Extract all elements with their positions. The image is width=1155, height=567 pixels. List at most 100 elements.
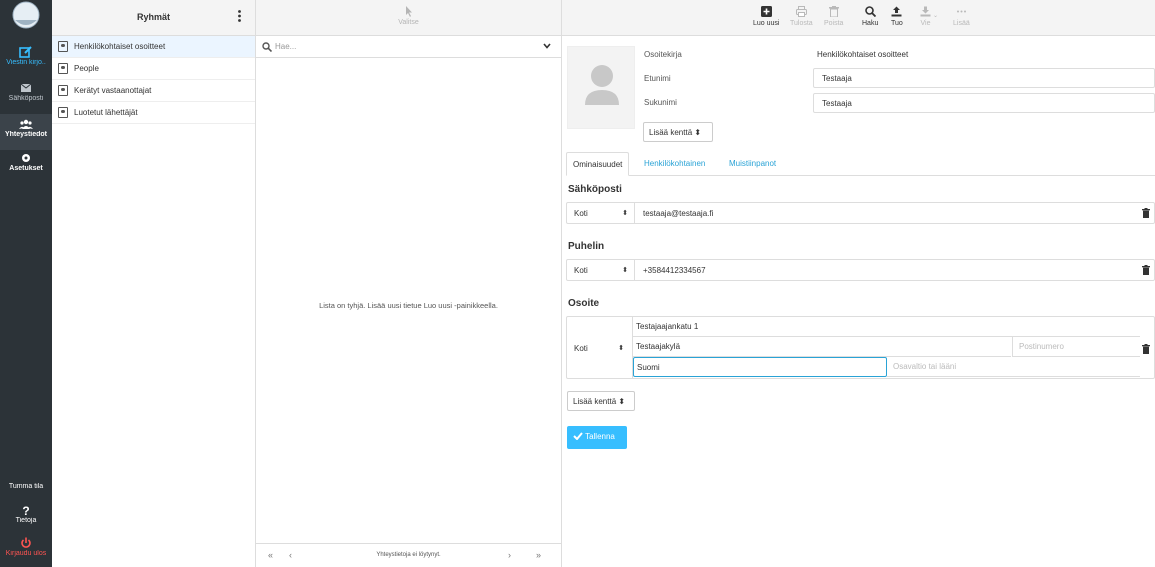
- firstname-label: Etunimi: [644, 74, 671, 83]
- search-button[interactable]: Haku: [862, 6, 878, 27]
- nav-logout[interactable]: Kirjaudu ulos: [0, 533, 52, 567]
- create-label: Luo uusi: [753, 20, 780, 27]
- group-item-trusted[interactable]: Luotetut lähettäjät: [52, 102, 255, 124]
- city-field[interactable]: Testaajakylä: [633, 337, 1011, 357]
- tab-personal[interactable]: Henkilökohtainen: [638, 152, 711, 176]
- save-label: Tallenna: [585, 432, 615, 441]
- nav-contacts-label: Yhteystiedot: [4, 131, 47, 138]
- create-button[interactable]: Luo uusi: [753, 6, 779, 27]
- kebab-menu-icon[interactable]: [238, 10, 241, 22]
- groups-title: Ryhmät: [136, 12, 170, 22]
- firstname-field[interactable]: Testaaja: [813, 68, 1155, 88]
- export-dropdown-icon[interactable]: ⌄: [933, 12, 938, 19]
- nav-about-label: Tietoja: [15, 517, 37, 524]
- nav-about[interactable]: ? Tietoja: [0, 500, 52, 536]
- phone-section-title: Puhelin: [568, 241, 605, 252]
- select-arrow-icon: ⬍: [618, 345, 624, 352]
- search-icon: [864, 6, 876, 17]
- address-type-value: Koti: [574, 344, 588, 353]
- nav-contacts[interactable]: Yhteystiedot: [0, 114, 52, 150]
- add-field-bottom-button[interactable]: Lisää kenttä ⬍: [567, 391, 635, 411]
- delete-phone-icon[interactable]: [1142, 265, 1150, 275]
- group-item-collected[interactable]: Kerätyt vastaanottajat: [52, 80, 255, 102]
- avatar-placeholder-icon: [585, 65, 619, 105]
- phone-type-value: Koti: [574, 266, 588, 275]
- delete-address-icon[interactable]: [1142, 344, 1150, 354]
- pagination: « ‹ Yhteystietoja ei löytynyt. › »: [256, 543, 561, 567]
- phone-type-select[interactable]: Koti ⬍: [567, 260, 635, 280]
- import-button[interactable]: Tuo: [891, 6, 903, 27]
- group-item-people[interactable]: People: [52, 58, 255, 80]
- search-placeholder: Hae...: [275, 42, 297, 51]
- tab-properties[interactable]: Ominaisuudet: [566, 152, 630, 176]
- nav-dark-mode[interactable]: Tumma tila: [0, 466, 52, 502]
- upload-icon: [891, 6, 902, 17]
- addressbook-label: Osoitekirja: [644, 50, 682, 59]
- contact-list-panel: Hae... Lista on tyhjä. Lisää uusi tietue…: [256, 36, 562, 567]
- group-label: Kerätyt vastaanottajat: [74, 86, 152, 95]
- compose-icon: [19, 46, 32, 58]
- save-button[interactable]: Tallenna: [567, 426, 627, 449]
- contact-editor: Osoitekirja Henkilökohtaiset osoitteet E…: [562, 36, 1155, 567]
- select-arrow-icon: ⬍: [622, 210, 628, 217]
- more-dots-icon: [956, 10, 966, 13]
- last-page-button[interactable]: »: [536, 550, 541, 560]
- import-label: Tuo: [891, 20, 903, 27]
- nav-dark-mode-label: Tumma tila: [8, 483, 44, 490]
- postcode-field[interactable]: Postinumero: [1012, 337, 1140, 357]
- addressbook-value: Henkilökohtaiset osoitteet: [817, 50, 909, 59]
- address-block: Koti ⬍ Testajaajankatu 1 Testaajakylä Po…: [566, 316, 1155, 379]
- chevron-down-icon[interactable]: [543, 43, 551, 49]
- addressbook-icon: [58, 107, 68, 118]
- surname-field[interactable]: Testaaja: [813, 93, 1155, 113]
- email-field[interactable]: testaaja@testaaja.fi: [643, 209, 713, 218]
- add-field-button[interactable]: Lisää kenttä ⬍: [643, 122, 713, 142]
- more-button[interactable]: Lisää: [953, 6, 970, 27]
- phone-row: Koti ⬍ +3584412334567: [566, 259, 1155, 281]
- checkmark-icon: [573, 432, 583, 441]
- select-arrow-icon: ⬍: [622, 267, 628, 274]
- cursor-icon: [405, 6, 412, 17]
- group-item-personal[interactable]: Henkilökohtaiset osoitteet: [52, 36, 255, 58]
- tab-notes[interactable]: Muistiinpanot: [723, 152, 782, 176]
- delete-email-icon[interactable]: [1142, 208, 1150, 218]
- country-field[interactable]: Suomi: [633, 357, 887, 377]
- region-field[interactable]: Osavaltio tai lääni: [887, 357, 1140, 377]
- email-row: Koti ⬍ testaaja@testaaja.fi: [566, 202, 1155, 224]
- gear-icon: [22, 154, 30, 162]
- addressbook-icon: [58, 85, 68, 96]
- main-navigation: Viestin kirjo.. Sähköposti Yhteystiedot …: [0, 0, 52, 567]
- more-label: Lisää: [953, 20, 970, 27]
- nav-settings[interactable]: Asetukset: [0, 148, 52, 184]
- nav-mail[interactable]: Sähköposti: [0, 78, 52, 114]
- street-field[interactable]: Testajaajankatu 1: [633, 317, 1140, 337]
- next-page-button[interactable]: ›: [508, 550, 511, 560]
- mail-icon: [20, 83, 32, 92]
- groups-panel: Henkilökohtaiset osoitteet People Keräty…: [52, 36, 256, 567]
- export-button[interactable]: Vie: [920, 6, 931, 27]
- addressbook-icon: [58, 41, 68, 52]
- search-icon: [262, 42, 272, 52]
- group-label: People: [74, 64, 99, 73]
- email-type-select[interactable]: Koti ⬍: [567, 203, 635, 223]
- select-label: Valitse: [398, 19, 419, 26]
- phone-field[interactable]: +3584412334567: [643, 266, 706, 275]
- nav-compose[interactable]: Viestin kirjo..: [0, 42, 52, 78]
- address-type-select[interactable]: Koti ⬍: [567, 317, 633, 378]
- power-icon: [21, 537, 31, 548]
- addressbook-icon: [58, 63, 68, 74]
- moon-icon: [23, 471, 28, 481]
- group-label: Luotetut lähettäjät: [74, 108, 138, 117]
- nav-logout-label: Kirjaudu ulos: [5, 550, 47, 557]
- print-button[interactable]: Tulosta: [790, 6, 813, 27]
- search-input[interactable]: Hae...: [256, 36, 561, 58]
- question-icon: ?: [22, 504, 29, 516]
- print-label: Tulosta: [790, 20, 813, 27]
- groups-header: Ryhmät: [52, 0, 256, 36]
- select-button[interactable]: Valitse: [256, 6, 561, 26]
- list-header: Valitse: [256, 0, 562, 36]
- contact-photo[interactable]: [567, 46, 635, 129]
- surname-label: Sukunimi: [644, 98, 677, 107]
- svg-text:?: ?: [22, 504, 29, 516]
- delete-button[interactable]: Poista: [824, 6, 843, 27]
